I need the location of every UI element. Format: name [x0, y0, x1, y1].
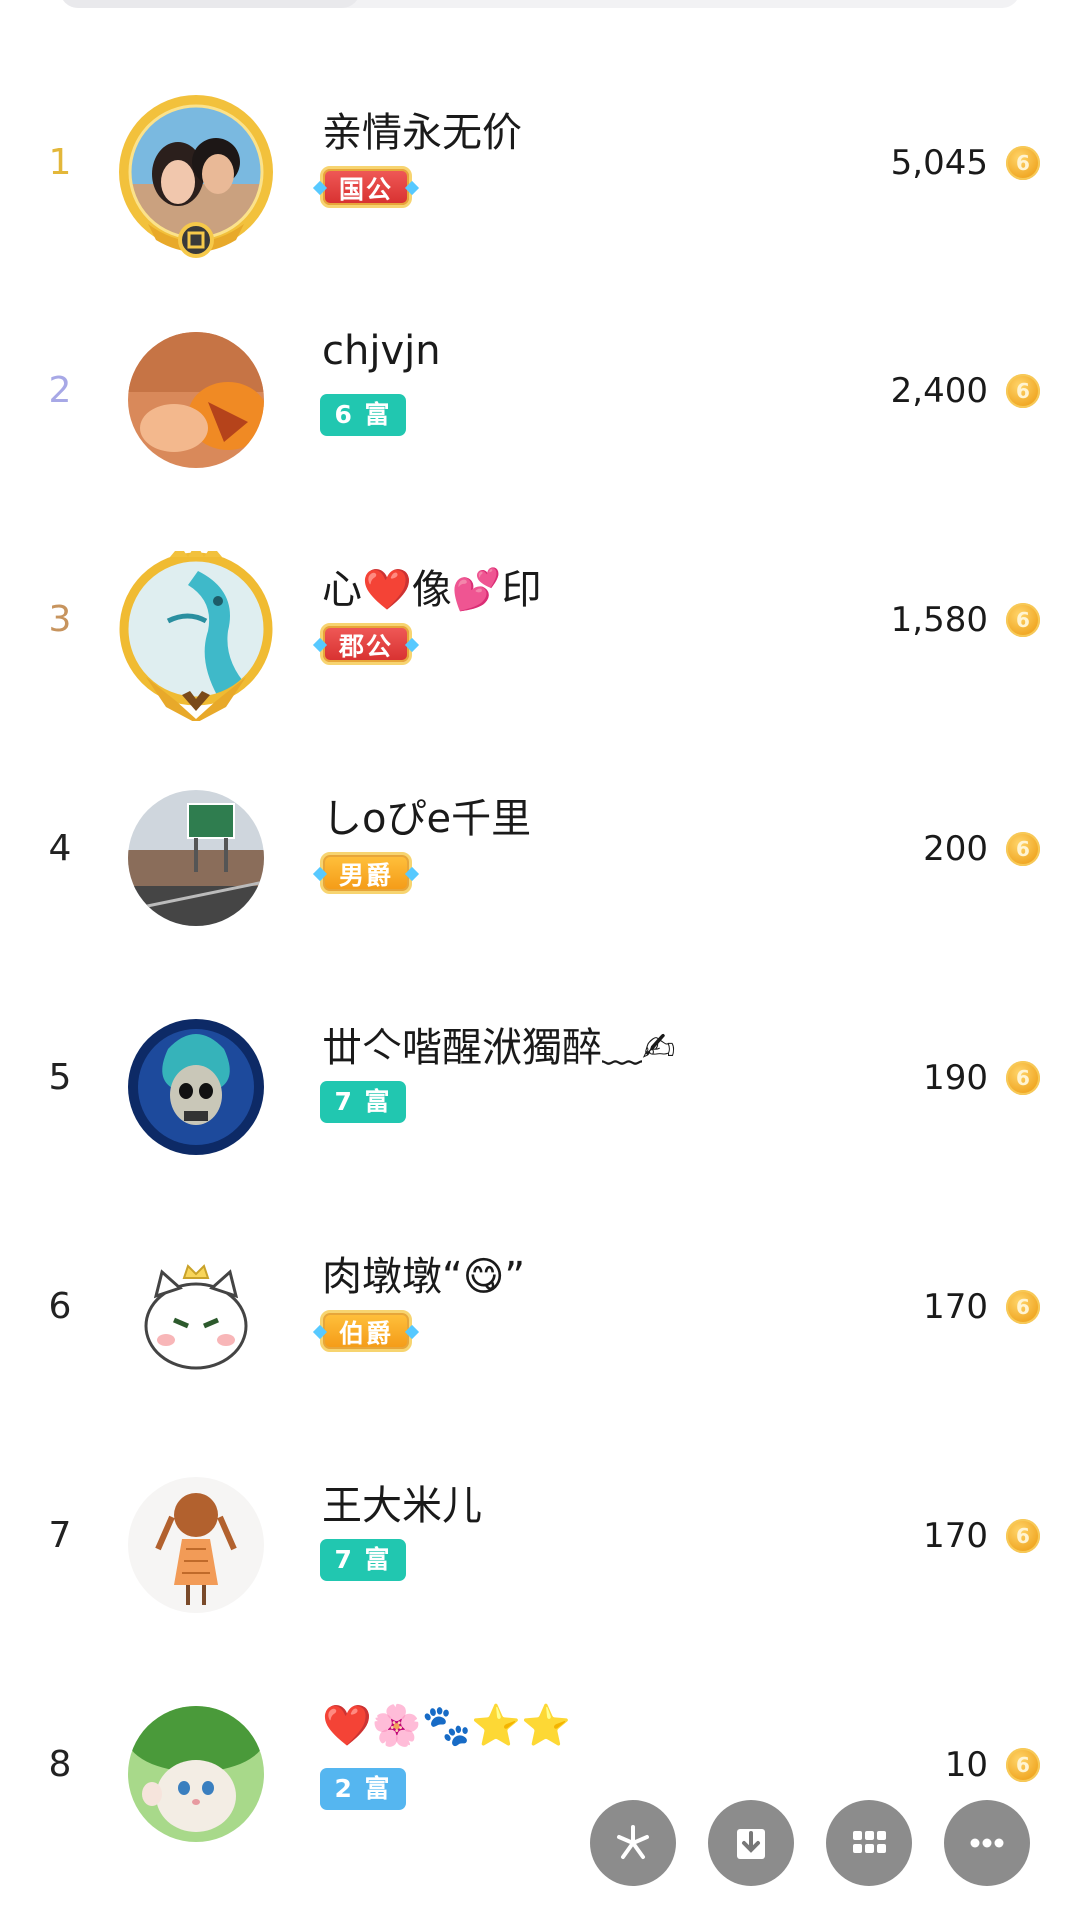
avatar-image: [128, 1706, 264, 1842]
ranking-row[interactable]: 5 丗亽喈醒洑獨醉﹏✍ 7 富 190 6: [0, 963, 1080, 1193]
score-value: 1,580: [890, 600, 988, 640]
score-value: 2,400: [890, 371, 988, 411]
badge-label: 国公: [339, 175, 394, 204]
avatar[interactable]: [118, 1009, 274, 1165]
tab-segment-selected[interactable]: [60, 0, 360, 8]
score-value: 170: [923, 1516, 988, 1556]
wealth-badge: 6 富: [320, 394, 406, 436]
user-name[interactable]: ❤️🌸🐾⭐⭐: [322, 1702, 571, 1749]
rank-number: 3: [48, 599, 72, 640]
gem-icon: [312, 637, 328, 653]
rank-number: 4: [48, 828, 72, 869]
badge-label: 伯爵: [339, 1319, 394, 1348]
user-name[interactable]: 亲情永无价: [322, 100, 522, 158]
rank-number: 6: [48, 1286, 72, 1327]
score-value: 190: [923, 1058, 988, 1098]
badge-label: 郡公: [339, 632, 394, 661]
user-name[interactable]: 丗亽喈醒洑獨醉﹏✍: [322, 1015, 676, 1073]
wealth-badge: 7 富: [320, 1081, 406, 1123]
gem-icon: [404, 866, 420, 882]
coin-icon: 6: [1006, 374, 1040, 408]
avatar-image: [128, 561, 264, 697]
noble-badge: 郡公: [312, 623, 420, 665]
avatar[interactable]: [118, 322, 274, 478]
gem-icon: [404, 180, 420, 196]
coin-icon: 6: [1006, 1290, 1040, 1324]
ranking-row[interactable]: 4 しoぴe千里 男爵 200 6: [0, 734, 1080, 964]
avatar[interactable]: [118, 543, 274, 723]
avatar-image: [128, 1019, 264, 1155]
user-name[interactable]: しoぴe千里: [322, 786, 531, 844]
avatar[interactable]: [118, 780, 274, 936]
score-value: 200: [923, 829, 988, 869]
avatar[interactable]: [118, 1696, 274, 1852]
ranking-row[interactable]: 7 王大米儿 7 富 170 6: [0, 1421, 1080, 1651]
more-icon: [970, 1838, 1004, 1848]
coin-icon: 6: [1006, 603, 1040, 637]
rank-number: 2: [48, 370, 72, 411]
coin-icon: 6: [1006, 832, 1040, 866]
rank-number: 1: [48, 142, 72, 183]
grid-button[interactable]: [826, 1800, 912, 1886]
noble-badge: 男爵: [312, 852, 420, 894]
noble-badge: 国公: [312, 166, 420, 208]
avatar[interactable]: [118, 1238, 274, 1394]
gem-icon: [312, 1324, 328, 1340]
floating-toolbar: [590, 1800, 1030, 1890]
sparkle-button[interactable]: [590, 1800, 676, 1886]
avatar-image: [128, 104, 264, 240]
coin-icon: 6: [1006, 1519, 1040, 1553]
sparkle-icon: [617, 1825, 649, 1859]
user-name[interactable]: 王大米儿: [322, 1473, 482, 1531]
gem-icon: [404, 1324, 420, 1340]
noble-badge: 伯爵: [312, 1310, 420, 1352]
coin-icon: 6: [1006, 146, 1040, 180]
rank-number: 5: [48, 1057, 72, 1098]
download-button[interactable]: [708, 1800, 794, 1886]
avatar[interactable]: [118, 94, 274, 258]
wealth-badge: 2 富: [320, 1768, 406, 1810]
user-name[interactable]: 心❤️像💕印: [322, 557, 542, 615]
avatar-image: [128, 790, 264, 926]
avatar-image: [128, 1248, 264, 1384]
more-button[interactable]: [944, 1800, 1030, 1886]
avatar-image: [128, 332, 264, 468]
user-name[interactable]: chjvjn: [322, 328, 441, 374]
gem-icon: [312, 180, 328, 196]
user-name[interactable]: 肉墩墩“😋”: [322, 1244, 525, 1302]
ranking-row[interactable]: 1 亲情永无价 国公 5,045 6: [0, 48, 1080, 278]
ranking-row[interactable]: 3 心❤️像💕印 郡公 1,580 6: [0, 505, 1080, 735]
coin-icon: 6: [1006, 1061, 1040, 1095]
avatar[interactable]: [118, 1467, 274, 1623]
score-value: 5,045: [890, 143, 988, 183]
gem-icon: [404, 637, 420, 653]
leaderboard-page: 1 亲情永无价 国公 5,045 6 2 chjvjn 6 富 2,400 6 …: [0, 0, 1080, 1920]
score-value: 170: [923, 1287, 988, 1327]
download-icon: [737, 1829, 765, 1859]
rank-number: 7: [48, 1515, 72, 1556]
wealth-badge: 7 富: [320, 1539, 406, 1581]
avatar-image: [128, 1477, 264, 1613]
grid-icon: [853, 1831, 886, 1853]
badge-label: 男爵: [339, 861, 394, 890]
tab-bar-remnant[interactable]: [60, 0, 1020, 8]
rank-number: 8: [48, 1744, 72, 1785]
ranking-row[interactable]: 6 肉墩墩“😋” 伯爵 170 6: [0, 1192, 1080, 1422]
gem-icon: [312, 866, 328, 882]
ranking-row[interactable]: 2 chjvjn 6 富 2,400 6: [0, 276, 1080, 506]
coin-icon: 6: [1006, 1748, 1040, 1782]
